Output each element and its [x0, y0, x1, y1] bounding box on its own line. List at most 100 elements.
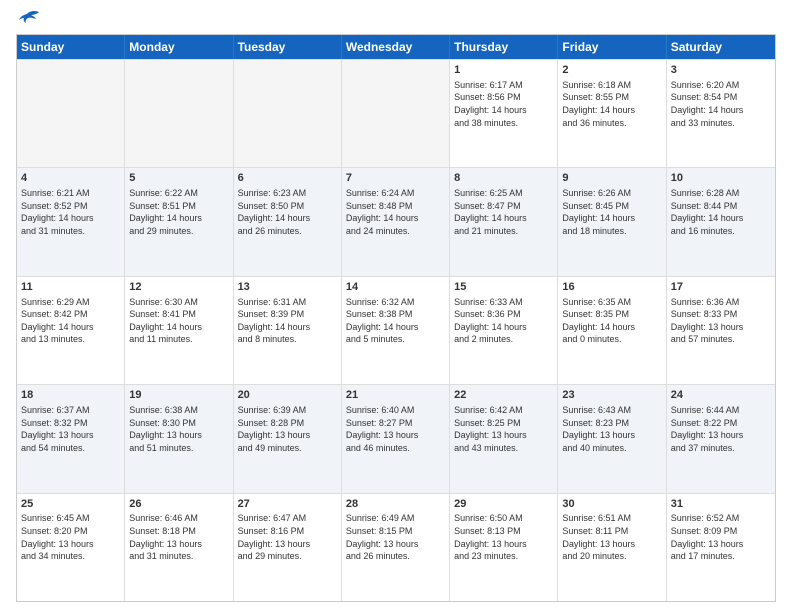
calendar-cell: 11Sunrise: 6:29 AM Sunset: 8:42 PM Dayli…: [17, 277, 125, 384]
cell-details: Sunrise: 6:26 AM Sunset: 8:45 PM Dayligh…: [562, 187, 661, 237]
calendar-cell: 13Sunrise: 6:31 AM Sunset: 8:39 PM Dayli…: [234, 277, 342, 384]
header: [16, 12, 776, 28]
calendar-cell: 25Sunrise: 6:45 AM Sunset: 8:20 PM Dayli…: [17, 494, 125, 601]
header-cell-saturday: Saturday: [667, 35, 775, 59]
cell-details: Sunrise: 6:28 AM Sunset: 8:44 PM Dayligh…: [671, 187, 771, 237]
cell-details: Sunrise: 6:22 AM Sunset: 8:51 PM Dayligh…: [129, 187, 228, 237]
calendar-cell: [125, 60, 233, 167]
day-number: 25: [21, 497, 120, 512]
day-number: 12: [129, 280, 228, 295]
cell-details: Sunrise: 6:46 AM Sunset: 8:18 PM Dayligh…: [129, 512, 228, 562]
cell-details: Sunrise: 6:42 AM Sunset: 8:25 PM Dayligh…: [454, 404, 553, 454]
cell-details: Sunrise: 6:51 AM Sunset: 8:11 PM Dayligh…: [562, 512, 661, 562]
cell-details: Sunrise: 6:33 AM Sunset: 8:36 PM Dayligh…: [454, 296, 553, 346]
cell-details: Sunrise: 6:43 AM Sunset: 8:23 PM Dayligh…: [562, 404, 661, 454]
calendar-cell: 21Sunrise: 6:40 AM Sunset: 8:27 PM Dayli…: [342, 385, 450, 492]
calendar-row-5: 25Sunrise: 6:45 AM Sunset: 8:20 PM Dayli…: [17, 493, 775, 601]
day-number: 9: [562, 171, 661, 186]
day-number: 5: [129, 171, 228, 186]
cell-details: Sunrise: 6:20 AM Sunset: 8:54 PM Dayligh…: [671, 79, 771, 129]
day-number: 21: [346, 388, 445, 403]
calendar-header: SundayMondayTuesdayWednesdayThursdayFrid…: [17, 35, 775, 59]
cell-details: Sunrise: 6:40 AM Sunset: 8:27 PM Dayligh…: [346, 404, 445, 454]
cell-details: Sunrise: 6:32 AM Sunset: 8:38 PM Dayligh…: [346, 296, 445, 346]
day-number: 23: [562, 388, 661, 403]
cell-details: Sunrise: 6:44 AM Sunset: 8:22 PM Dayligh…: [671, 404, 771, 454]
cell-details: Sunrise: 6:31 AM Sunset: 8:39 PM Dayligh…: [238, 296, 337, 346]
calendar-cell: 15Sunrise: 6:33 AM Sunset: 8:36 PM Dayli…: [450, 277, 558, 384]
day-number: 19: [129, 388, 228, 403]
day-number: 14: [346, 280, 445, 295]
day-number: 22: [454, 388, 553, 403]
cell-details: Sunrise: 6:17 AM Sunset: 8:56 PM Dayligh…: [454, 79, 553, 129]
day-number: 8: [454, 171, 553, 186]
calendar-cell: 28Sunrise: 6:49 AM Sunset: 8:15 PM Dayli…: [342, 494, 450, 601]
day-number: 15: [454, 280, 553, 295]
calendar-cell: [342, 60, 450, 167]
calendar-row-4: 18Sunrise: 6:37 AM Sunset: 8:32 PM Dayli…: [17, 384, 775, 492]
calendar-cell: 12Sunrise: 6:30 AM Sunset: 8:41 PM Dayli…: [125, 277, 233, 384]
header-cell-wednesday: Wednesday: [342, 35, 450, 59]
day-number: 7: [346, 171, 445, 186]
calendar-cell: 26Sunrise: 6:46 AM Sunset: 8:18 PM Dayli…: [125, 494, 233, 601]
cell-details: Sunrise: 6:49 AM Sunset: 8:15 PM Dayligh…: [346, 512, 445, 562]
day-number: 18: [21, 388, 120, 403]
logo-bird-icon: [19, 10, 41, 28]
calendar-cell: 1Sunrise: 6:17 AM Sunset: 8:56 PM Daylig…: [450, 60, 558, 167]
day-number: 30: [562, 497, 661, 512]
page: SundayMondayTuesdayWednesdayThursdayFrid…: [0, 0, 792, 612]
day-number: 31: [671, 497, 771, 512]
header-cell-tuesday: Tuesday: [234, 35, 342, 59]
calendar-row-2: 4Sunrise: 6:21 AM Sunset: 8:52 PM Daylig…: [17, 167, 775, 275]
day-number: 29: [454, 497, 553, 512]
calendar-cell: 4Sunrise: 6:21 AM Sunset: 8:52 PM Daylig…: [17, 168, 125, 275]
calendar-cell: 17Sunrise: 6:36 AM Sunset: 8:33 PM Dayli…: [667, 277, 775, 384]
calendar-cell: [234, 60, 342, 167]
day-number: 4: [21, 171, 120, 186]
calendar-cell: 27Sunrise: 6:47 AM Sunset: 8:16 PM Dayli…: [234, 494, 342, 601]
cell-details: Sunrise: 6:39 AM Sunset: 8:28 PM Dayligh…: [238, 404, 337, 454]
cell-details: Sunrise: 6:45 AM Sunset: 8:20 PM Dayligh…: [21, 512, 120, 562]
cell-details: Sunrise: 6:18 AM Sunset: 8:55 PM Dayligh…: [562, 79, 661, 129]
cell-details: Sunrise: 6:37 AM Sunset: 8:32 PM Dayligh…: [21, 404, 120, 454]
calendar-cell: 30Sunrise: 6:51 AM Sunset: 8:11 PM Dayli…: [558, 494, 666, 601]
day-number: 10: [671, 171, 771, 186]
day-number: 13: [238, 280, 337, 295]
calendar-cell: 16Sunrise: 6:35 AM Sunset: 8:35 PM Dayli…: [558, 277, 666, 384]
day-number: 2: [562, 63, 661, 78]
cell-details: Sunrise: 6:35 AM Sunset: 8:35 PM Dayligh…: [562, 296, 661, 346]
calendar-cell: 5Sunrise: 6:22 AM Sunset: 8:51 PM Daylig…: [125, 168, 233, 275]
calendar-cell: 24Sunrise: 6:44 AM Sunset: 8:22 PM Dayli…: [667, 385, 775, 492]
cell-details: Sunrise: 6:47 AM Sunset: 8:16 PM Dayligh…: [238, 512, 337, 562]
day-number: 6: [238, 171, 337, 186]
calendar-cell: 20Sunrise: 6:39 AM Sunset: 8:28 PM Dayli…: [234, 385, 342, 492]
cell-details: Sunrise: 6:36 AM Sunset: 8:33 PM Dayligh…: [671, 296, 771, 346]
calendar-cell: 14Sunrise: 6:32 AM Sunset: 8:38 PM Dayli…: [342, 277, 450, 384]
logo: [16, 12, 41, 28]
calendar-cell: 18Sunrise: 6:37 AM Sunset: 8:32 PM Dayli…: [17, 385, 125, 492]
cell-details: Sunrise: 6:23 AM Sunset: 8:50 PM Dayligh…: [238, 187, 337, 237]
calendar-cell: 31Sunrise: 6:52 AM Sunset: 8:09 PM Dayli…: [667, 494, 775, 601]
calendar-cell: 8Sunrise: 6:25 AM Sunset: 8:47 PM Daylig…: [450, 168, 558, 275]
day-number: 3: [671, 63, 771, 78]
calendar-cell: 6Sunrise: 6:23 AM Sunset: 8:50 PM Daylig…: [234, 168, 342, 275]
day-number: 26: [129, 497, 228, 512]
header-cell-sunday: Sunday: [17, 35, 125, 59]
day-number: 27: [238, 497, 337, 512]
header-cell-monday: Monday: [125, 35, 233, 59]
calendar-cell: 9Sunrise: 6:26 AM Sunset: 8:45 PM Daylig…: [558, 168, 666, 275]
cell-details: Sunrise: 6:50 AM Sunset: 8:13 PM Dayligh…: [454, 512, 553, 562]
calendar-cell: 19Sunrise: 6:38 AM Sunset: 8:30 PM Dayli…: [125, 385, 233, 492]
day-number: 11: [21, 280, 120, 295]
cell-details: Sunrise: 6:52 AM Sunset: 8:09 PM Dayligh…: [671, 512, 771, 562]
cell-details: Sunrise: 6:38 AM Sunset: 8:30 PM Dayligh…: [129, 404, 228, 454]
calendar-row-3: 11Sunrise: 6:29 AM Sunset: 8:42 PM Dayli…: [17, 276, 775, 384]
calendar-cell: 23Sunrise: 6:43 AM Sunset: 8:23 PM Dayli…: [558, 385, 666, 492]
cell-details: Sunrise: 6:30 AM Sunset: 8:41 PM Dayligh…: [129, 296, 228, 346]
calendar-cell: [17, 60, 125, 167]
calendar-cell: 2Sunrise: 6:18 AM Sunset: 8:55 PM Daylig…: [558, 60, 666, 167]
calendar-cell: 10Sunrise: 6:28 AM Sunset: 8:44 PM Dayli…: [667, 168, 775, 275]
calendar-cell: 22Sunrise: 6:42 AM Sunset: 8:25 PM Dayli…: [450, 385, 558, 492]
day-number: 24: [671, 388, 771, 403]
cell-details: Sunrise: 6:21 AM Sunset: 8:52 PM Dayligh…: [21, 187, 120, 237]
